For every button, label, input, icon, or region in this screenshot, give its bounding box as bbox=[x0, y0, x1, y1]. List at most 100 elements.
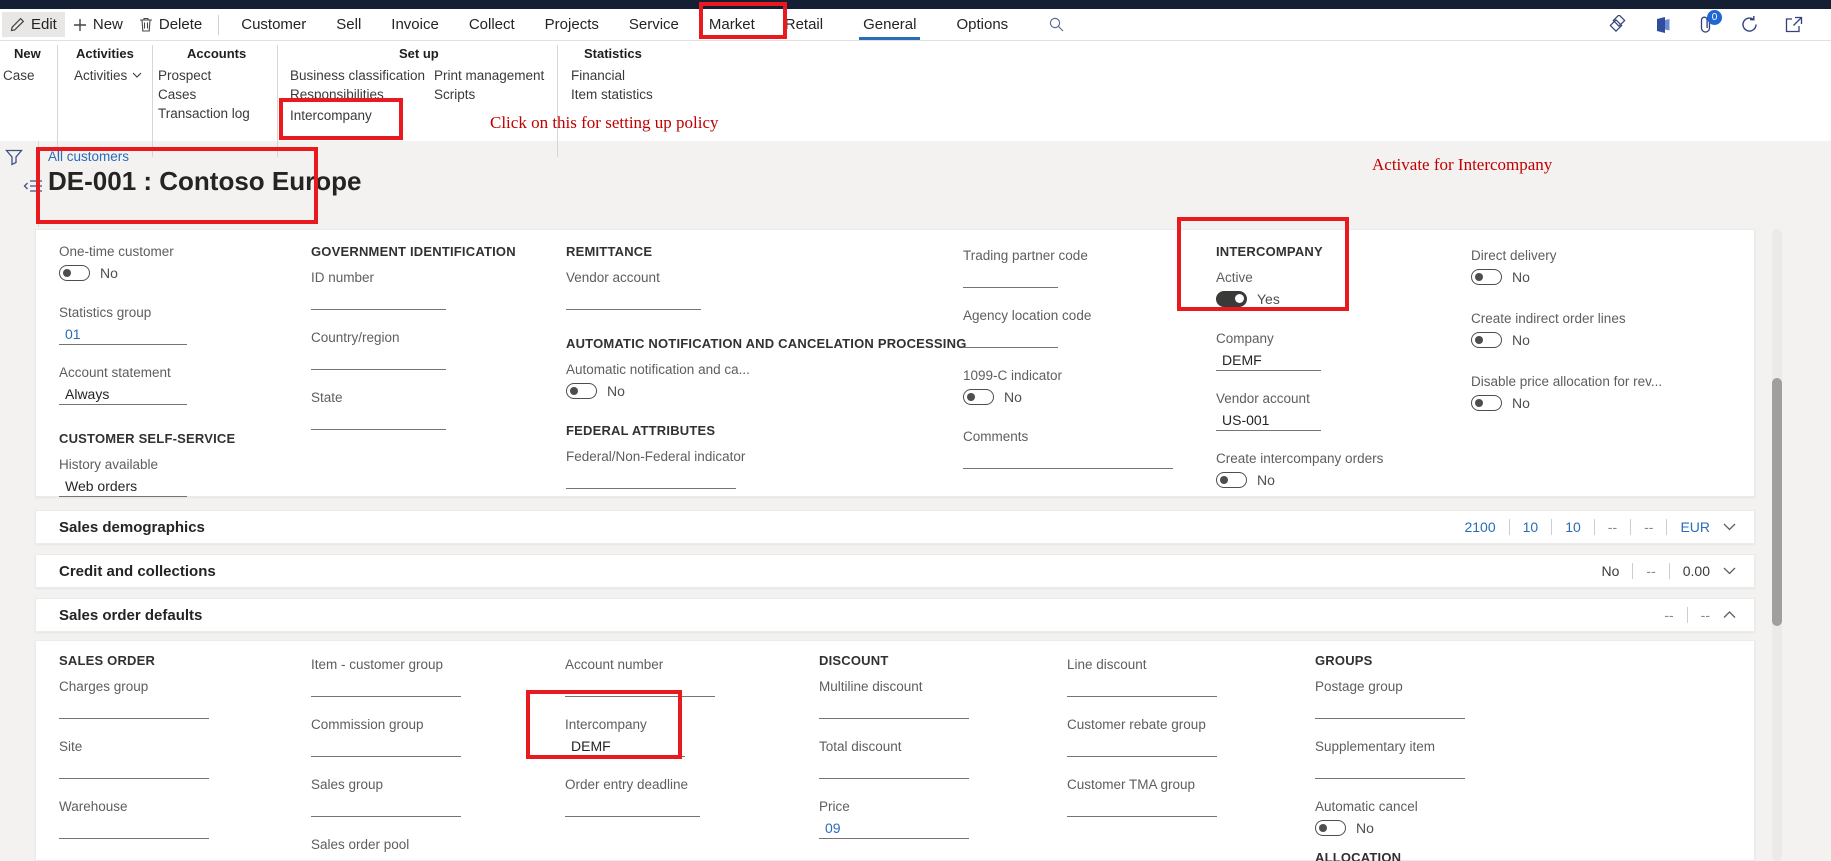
ribbon-item-print-management[interactable]: Print management bbox=[434, 68, 544, 83]
auto-notification-toggle[interactable] bbox=[566, 383, 597, 399]
id-number-input[interactable] bbox=[311, 291, 446, 310]
ribbon-item-case[interactable]: Case bbox=[3, 68, 35, 83]
comments-input[interactable] bbox=[963, 450, 1173, 469]
sales-order-defaults-card: SALES ORDER Charges group Site Warehouse… bbox=[35, 640, 1755, 861]
tab-retail[interactable]: Retail bbox=[781, 11, 827, 38]
ribbon-item-responsibilities[interactable]: Responsibilities bbox=[290, 87, 384, 102]
history-available-input[interactable]: Web orders bbox=[59, 478, 187, 497]
account-number-input[interactable] bbox=[565, 678, 715, 697]
ribbon-item-financial[interactable]: Financial bbox=[571, 68, 625, 83]
intercompany-active-toggle[interactable] bbox=[1216, 291, 1247, 307]
multiline-discount-input[interactable] bbox=[819, 700, 969, 719]
remittance-vendor-account-input[interactable] bbox=[566, 291, 701, 310]
breadcrumb-all-customers[interactable]: All customers bbox=[48, 149, 129, 164]
field-intercompany-active: Active Yes bbox=[1216, 270, 1280, 307]
disable-price-allocation-toggle[interactable] bbox=[1471, 395, 1502, 411]
ribbon-item-activities[interactable]: Activities bbox=[74, 68, 142, 83]
field-supplementary-item: Supplementary item bbox=[1315, 739, 1465, 779]
section-intercompany: INTERCOMPANY bbox=[1216, 244, 1323, 259]
tab-customer[interactable]: Customer bbox=[237, 11, 310, 38]
state-input[interactable] bbox=[311, 411, 446, 430]
create-intercompany-orders-toggle[interactable] bbox=[1216, 472, 1247, 488]
charges-group-input[interactable] bbox=[59, 700, 209, 719]
tab-invoice[interactable]: Invoice bbox=[387, 11, 443, 38]
section-allocation: ALLOCATION bbox=[1315, 850, 1402, 861]
ribbon-item-business-classification[interactable]: Business classification bbox=[290, 68, 425, 83]
tab-general[interactable]: General bbox=[849, 11, 930, 40]
field-account-statement: Account statement Always bbox=[59, 365, 235, 405]
tab-sell[interactable]: Sell bbox=[332, 11, 365, 38]
tab-collect[interactable]: Collect bbox=[465, 11, 519, 38]
sales-group-input[interactable] bbox=[311, 798, 461, 817]
country-region-input[interactable] bbox=[311, 351, 446, 370]
ribbon-item-scripts[interactable]: Scripts bbox=[434, 87, 475, 102]
trading-partner-code-input[interactable] bbox=[963, 269, 1058, 288]
ribbon-item-transaction-log[interactable]: Transaction log bbox=[158, 106, 250, 121]
ribbon-item-item-statistics[interactable]: Item statistics bbox=[571, 87, 653, 102]
group-title-setup: Set up bbox=[399, 46, 439, 61]
postage-group-input[interactable] bbox=[1315, 700, 1465, 719]
chevron-down-icon[interactable] bbox=[1723, 523, 1736, 531]
intercompany-company-input[interactable]: DEMF bbox=[1216, 352, 1321, 371]
one-time-customer-toggle[interactable] bbox=[59, 265, 90, 281]
edit-button[interactable]: Edit bbox=[2, 12, 65, 37]
section-groups: GROUPS bbox=[1315, 653, 1373, 668]
workspaces-icon[interactable] bbox=[1609, 15, 1628, 34]
federal-indicator-input[interactable] bbox=[566, 470, 736, 489]
so-intercompany-input[interactable]: DEMF bbox=[565, 738, 685, 757]
scrollbar-thumb[interactable] bbox=[1772, 378, 1782, 626]
customer-rebate-group-input[interactable] bbox=[1067, 738, 1217, 757]
field-customer-rebate-group: Customer rebate group bbox=[1067, 717, 1217, 757]
tab-service[interactable]: Service bbox=[625, 11, 683, 38]
field-1099c-indicator: 1099-C indicator No bbox=[963, 368, 1063, 405]
order-entry-deadline-input[interactable] bbox=[565, 798, 700, 817]
item-customer-group-input[interactable] bbox=[311, 678, 461, 697]
create-indirect-order-lines-toggle[interactable] bbox=[1471, 332, 1502, 348]
refresh-icon[interactable] bbox=[1740, 15, 1759, 34]
direct-delivery-toggle[interactable] bbox=[1471, 269, 1502, 285]
column-2: GOVERNMENT IDENTIFICATION ID number Coun… bbox=[311, 244, 516, 450]
statistics-group-input[interactable]: 01 bbox=[59, 326, 187, 345]
field-disable-price-allocation: Disable price allocation for rev... No bbox=[1471, 374, 1663, 411]
field-order-entry-deadline: Order entry deadline bbox=[565, 777, 715, 817]
section-auto-notification: AUTOMATIC NOTIFICATION AND CANCELATION P… bbox=[566, 336, 967, 351]
fasttab-sales-order-defaults[interactable]: Sales order defaults -- -- bbox=[35, 598, 1755, 632]
warehouse-input[interactable] bbox=[59, 820, 209, 839]
tab-options[interactable]: Options bbox=[952, 11, 1012, 38]
menu-tabs: Customer Sell Invoice Collect Projects S… bbox=[237, 11, 1065, 40]
ribbon-item-prospect[interactable]: Prospect bbox=[158, 68, 211, 83]
agency-location-code-input[interactable] bbox=[963, 329, 1058, 348]
open-in-new-window-icon[interactable] bbox=[1785, 16, 1803, 33]
ribbon-item-intercompany[interactable]: Intercompany bbox=[290, 108, 372, 123]
filter-icon[interactable] bbox=[5, 149, 23, 166]
annotation-activate-intercompany: Activate for Intercompany bbox=[1372, 155, 1553, 174]
total-discount-input[interactable] bbox=[819, 760, 969, 779]
delete-label: Delete bbox=[158, 16, 203, 33]
chevron-up-icon[interactable] bbox=[1723, 611, 1736, 619]
price-input[interactable]: 09 bbox=[819, 820, 969, 839]
search-icon[interactable] bbox=[1048, 16, 1065, 33]
fasttab-credit-and-collections[interactable]: Credit and collections No -- 0.00 bbox=[35, 554, 1755, 588]
account-statement-input[interactable]: Always bbox=[59, 386, 187, 405]
new-button[interactable]: New bbox=[65, 12, 131, 37]
tab-projects[interactable]: Projects bbox=[541, 11, 603, 38]
automatic-cancel-toggle[interactable] bbox=[1315, 820, 1346, 836]
attachments-icon[interactable]: 0 bbox=[1698, 9, 1722, 34]
chevron-down-icon[interactable] bbox=[1723, 567, 1736, 575]
line-discount-input[interactable] bbox=[1067, 678, 1217, 697]
pane-toggle-icon[interactable] bbox=[23, 179, 43, 193]
tab-market[interactable]: Market bbox=[705, 11, 759, 38]
fasttab-sales-demographics[interactable]: Sales demographics 2100 10 10 -- -- EUR bbox=[35, 510, 1755, 544]
site-input[interactable] bbox=[59, 760, 209, 779]
customer-tma-group-input[interactable] bbox=[1067, 798, 1217, 817]
field-intercompany-company: Company DEMF bbox=[1216, 331, 1383, 371]
intercompany-vendor-account-input[interactable]: US-001 bbox=[1216, 412, 1321, 431]
commission-group-input[interactable] bbox=[311, 738, 461, 757]
field-auto-notification: Automatic notification and ca... No bbox=[566, 362, 750, 399]
delete-button[interactable]: Delete bbox=[131, 12, 210, 37]
indicator-1099c-toggle[interactable] bbox=[963, 389, 994, 405]
supplementary-item-input[interactable] bbox=[1315, 760, 1465, 779]
ribbon-item-cases[interactable]: Cases bbox=[158, 87, 196, 102]
so-column-5: Line discount Customer rebate group Cust… bbox=[1067, 657, 1217, 837]
dynamics-app-icon[interactable] bbox=[1654, 16, 1672, 34]
